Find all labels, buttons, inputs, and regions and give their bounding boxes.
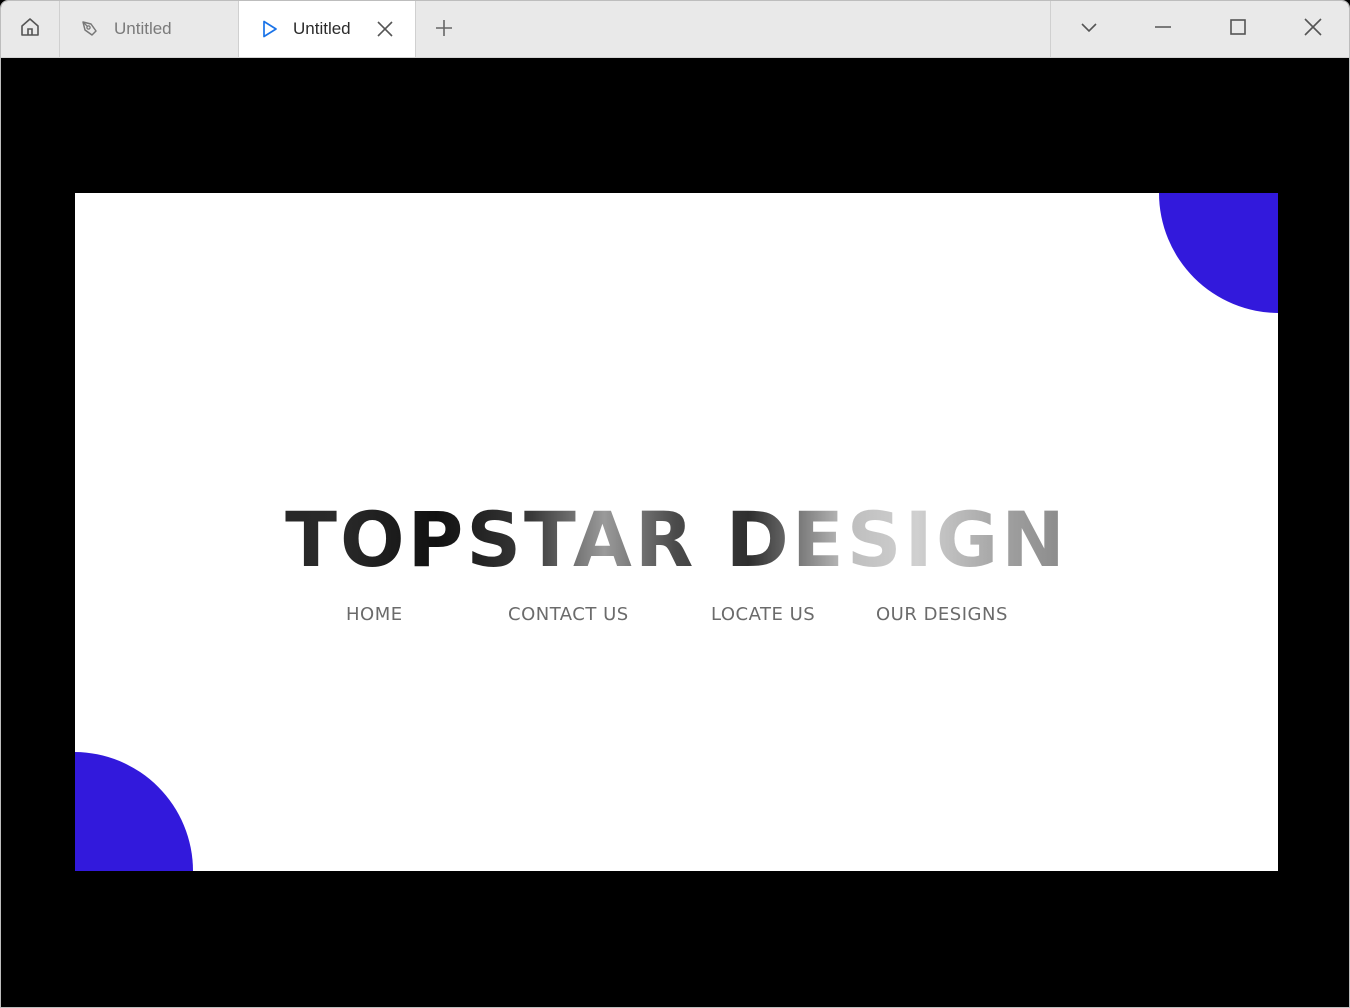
app-window: Untitled Untitled TOPSTAR DESIGN HOME CO… [0, 0, 1350, 1008]
play-icon [259, 19, 279, 39]
decorative-circle-top-right [1159, 193, 1278, 313]
tab-label: Untitled [293, 19, 351, 38]
chevron-down-icon [1079, 17, 1099, 42]
close-icon [1303, 17, 1323, 42]
decorative-circle-bottom-left [75, 752, 193, 871]
close-window-button[interactable] [1302, 17, 1324, 42]
tab-untitled-preview[interactable]: Untitled [239, 1, 416, 57]
minimize-button[interactable] [1152, 18, 1174, 40]
home-button[interactable] [1, 1, 60, 57]
tab-untitled-design[interactable]: Untitled [60, 1, 239, 57]
home-icon [19, 16, 41, 43]
nav-link-contact-us[interactable]: CONTACT US [508, 604, 629, 625]
nav-link-locate-us[interactable]: LOCATE US [711, 604, 815, 625]
tab-label: Untitled [114, 19, 172, 38]
nav-link-our-designs[interactable]: OUR DESIGNS [876, 604, 1008, 625]
nav-link-home[interactable]: HOME [346, 604, 403, 625]
maximize-button[interactable] [1227, 18, 1249, 40]
tabs-dropdown-button[interactable] [1078, 18, 1100, 40]
minimize-icon [1153, 17, 1173, 42]
window-controls [1050, 1, 1349, 57]
maximize-icon [1228, 17, 1248, 42]
pen-tool-icon [80, 19, 100, 39]
hero-title: TOPSTAR DESIGN [75, 495, 1278, 585]
title-bar: Untitled Untitled [1, 1, 1349, 58]
artboard: TOPSTAR DESIGN HOME CONTACT US LOCATE US… [75, 193, 1278, 871]
preview-canvas: TOPSTAR DESIGN HOME CONTACT US LOCATE US… [2, 58, 1349, 1007]
plus-icon [433, 17, 455, 44]
new-tab-button[interactable] [431, 17, 457, 43]
close-tab-icon[interactable] [375, 19, 395, 39]
